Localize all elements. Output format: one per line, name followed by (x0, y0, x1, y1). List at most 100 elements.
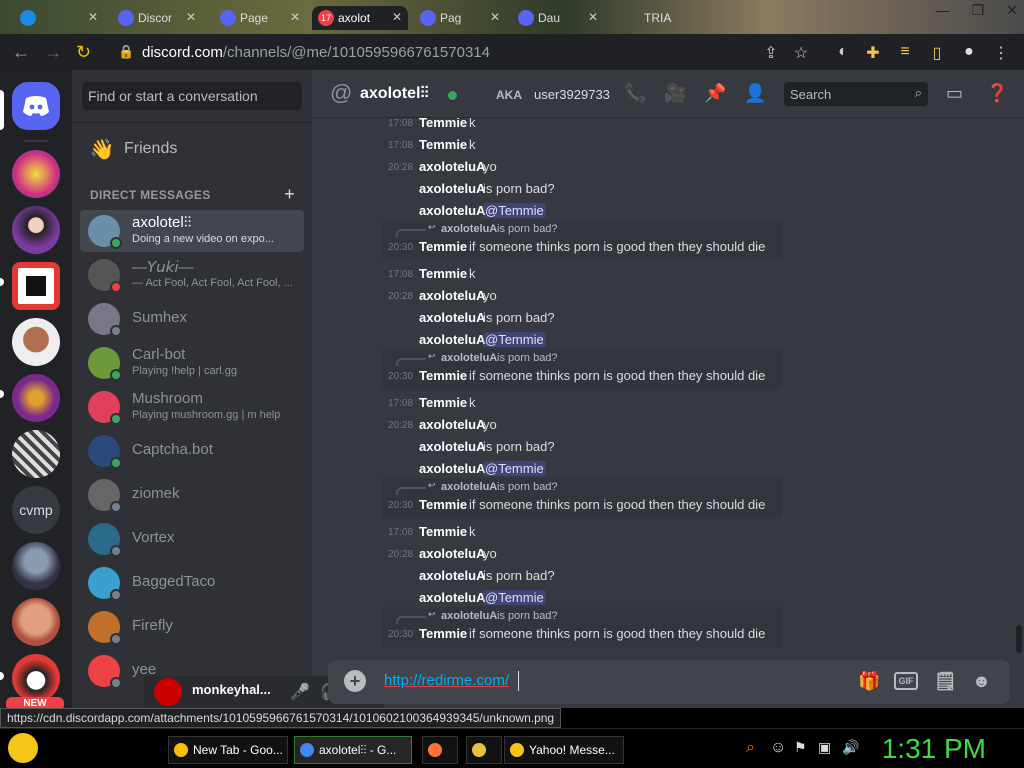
message[interactable]: 20:30 Temmie if someone thinks porn is goo… (312, 365, 1012, 387)
add-attachment-button[interactable]: + (344, 670, 366, 692)
search-input[interactable]: Search ⌕ (784, 82, 928, 106)
message[interactable]: 20:28 axoloteluA yo (312, 543, 1012, 565)
kebab-menu-icon[interactable]: ⋮ (992, 43, 1010, 62)
video-call-icon[interactable]: 🎥 (664, 83, 686, 104)
dm-item[interactable]: Mushroom Playing mushroom.gg | m help (80, 386, 304, 428)
browser-tab[interactable]: ✕ (14, 6, 104, 30)
bookmark-star-icon[interactable]: ☆ (792, 43, 810, 62)
tray-network-icon[interactable]: ▣ (818, 739, 831, 756)
server-icon[interactable] (12, 542, 60, 590)
sticker-icon[interactable]: 🗒 (934, 671, 957, 692)
dm-item[interactable]: Sumhex (80, 298, 304, 340)
message-author[interactable]: axoloteluA (419, 568, 485, 583)
message-author[interactable]: Temmie (419, 524, 467, 539)
maximize-icon[interactable]: ❐ (972, 2, 985, 19)
server-icon[interactable] (12, 206, 60, 254)
message-author[interactable]: axoloteluA (419, 332, 485, 347)
message[interactable]: axoloteluA @Temmie (312, 458, 1012, 480)
close-icon[interactable]: ✕ (392, 10, 402, 24)
message-author[interactable]: axoloteluA (419, 288, 485, 303)
dm-item[interactable]: Vortex (80, 518, 304, 560)
browser-tab[interactable]: Pag ✕ (414, 6, 506, 30)
close-icon[interactable]: ✕ (186, 10, 196, 24)
scrollbar[interactable] (1016, 625, 1022, 653)
server-icon[interactable] (12, 374, 60, 422)
message-author[interactable]: axoloteluA (419, 417, 485, 432)
message[interactable]: 20:30 Temmie if someone thinks porn is goo… (312, 236, 1012, 258)
help-icon[interactable]: ❓ (986, 83, 1008, 104)
server-icon[interactable] (12, 150, 60, 198)
message-author[interactable]: Temmie (419, 395, 467, 410)
message[interactable]: 17:08 Temmie k (312, 134, 1012, 156)
find-conversation-button[interactable]: Find or start a conversation (82, 82, 302, 110)
extension-flag-icon[interactable]: ◐ (834, 43, 852, 61)
message[interactable]: 17:08 Temmie k (312, 263, 1012, 285)
message[interactable]: axoloteluA is porn bad? (312, 565, 1012, 587)
dm-item[interactable]: BaggedTaco (80, 562, 304, 604)
voice-call-icon[interactable]: 📞 (624, 83, 646, 104)
server-icon[interactable] (12, 430, 60, 478)
message-author[interactable]: Temmie (419, 497, 467, 512)
browser-tab[interactable]: Discor ✕ (112, 6, 202, 30)
message[interactable]: axoloteluA is porn bad? (312, 178, 1012, 200)
tray-search-icon[interactable]: ⌕ (746, 739, 755, 757)
dm-item[interactable]: Captcha.bot (80, 430, 304, 472)
message[interactable]: axoloteluA is porn bad? (312, 307, 1012, 329)
server-icon[interactable] (12, 598, 60, 646)
minimize-icon[interactable]: — (936, 2, 950, 19)
reply-preview[interactable]: ↩ axoloteluA is porn bad? (312, 351, 1012, 366)
dm-item[interactable]: Carl-bot Playing !help | carl.gg (80, 342, 304, 384)
extensions-puzzle-icon[interactable]: ✚ (864, 43, 882, 62)
message-author[interactable]: Temmie (419, 137, 467, 152)
message-author[interactable]: axoloteluA (419, 439, 485, 454)
dm-item[interactable]: axolotel⫶⫶ Doing a new video on expo... (80, 210, 304, 252)
user-mention[interactable]: @Temmie (483, 590, 546, 605)
create-dm-button[interactable]: + (284, 184, 295, 205)
message[interactable]: 20:30 Temmie if someone thinks porn is goo… (312, 494, 1012, 516)
message-author[interactable]: Temmie (419, 239, 467, 254)
dm-item[interactable]: —𝘠𝘶𝘬𝘪— — Act Fool, Act Fool, Act Fool, ..… (80, 254, 304, 296)
tray-flag-icon[interactable]: ⚑ (794, 739, 807, 756)
user-avatar[interactable] (154, 678, 182, 706)
close-icon[interactable]: ✕ (88, 10, 98, 24)
message-author[interactable]: axoloteluA (419, 310, 485, 325)
reload-icon[interactable]: ↻ (76, 42, 91, 63)
message[interactable]: 20:28 axoloteluA yo (312, 156, 1012, 178)
dm-item[interactable]: ziomek (80, 474, 304, 516)
server-icon[interactable] (12, 262, 60, 310)
forward-icon[interactable]: → (44, 42, 62, 63)
channel-name[interactable]: axolotel⫶⫶ (360, 85, 428, 103)
taskbar-button[interactable]: Yahoo! Messe... (504, 736, 624, 764)
close-icon[interactable]: ✕ (290, 10, 300, 24)
dm-item[interactable]: Firefly (80, 606, 304, 648)
reply-preview[interactable]: ↩ axoloteluA is porn bad? (312, 480, 1012, 495)
address-bar[interactable]: 🔒 discord.com/channels/@me/1010595966761… (110, 39, 830, 65)
server-icon[interactable] (12, 654, 60, 702)
back-icon[interactable]: ← (12, 42, 30, 63)
user-mention[interactable]: @Temmie (483, 203, 546, 218)
inbox-icon[interactable]: ▭ (946, 83, 963, 104)
message-author[interactable]: axoloteluA (419, 159, 485, 174)
reply-preview[interactable]: ↩ axoloteluA is porn bad? (312, 222, 1012, 237)
friends-nav-item[interactable]: 👋 Friends (80, 130, 304, 168)
mute-mic-icon[interactable]: 🎤 (290, 682, 310, 702)
taskbar-button[interactable] (422, 736, 458, 764)
reply-preview[interactable]: ↩ axoloteluA is porn bad? (312, 609, 1012, 624)
taskbar-button[interactable] (466, 736, 502, 764)
browser-tab[interactable]: Page ✕ (214, 6, 306, 30)
message[interactable]: axoloteluA @Temmie (312, 587, 1012, 609)
message-composer[interactable]: + http://redirme.com/ 🎁 GIF 🗒 ☻ (328, 660, 1010, 704)
tray-icon[interactable]: ☺ (770, 739, 786, 757)
message[interactable]: 17:08 Temmie k (312, 118, 1012, 134)
user-mention[interactable]: @Temmie (483, 461, 546, 476)
message[interactable]: axoloteluA is porn bad? (312, 436, 1012, 458)
share-icon[interactable]: ⇪ (762, 43, 780, 62)
browser-tab-active[interactable]: 17 axolot ✕ (312, 6, 408, 30)
pinned-messages-icon[interactable]: 📌 (704, 83, 726, 104)
message-author[interactable]: Temmie (419, 368, 467, 383)
message-input[interactable]: http://redirme.com/ (384, 672, 509, 689)
playlist-icon[interactable]: ≡ (896, 43, 914, 61)
user-mention[interactable]: @Temmie (483, 332, 546, 347)
taskbar-button[interactable]: New Tab - Goo... (168, 736, 288, 764)
message-author[interactable]: axoloteluA (419, 203, 485, 218)
